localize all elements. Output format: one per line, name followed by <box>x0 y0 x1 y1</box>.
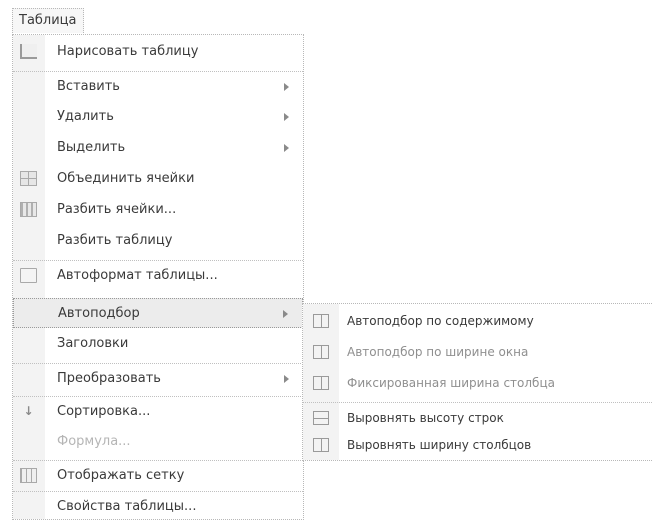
fixed-width-icon <box>313 376 329 390</box>
pencil-icon <box>20 44 37 59</box>
menu-item-label: Свойства таблицы... <box>57 499 197 514</box>
submenu-arrow-icon <box>284 83 289 91</box>
menu-item-label: Автоподбор <box>58 306 140 321</box>
submenu-item-fixed-width[interactable]: Фиксированная ширина столбца <box>303 368 653 398</box>
menu-item-label: Автоформат таблицы... <box>57 268 218 283</box>
menu-item-formula[interactable]: Формула... <box>13 427 303 457</box>
menu-item-label: Сортировка... <box>57 404 151 419</box>
menu-item-convert[interactable]: Преобразовать <box>13 363 303 394</box>
menu-item-draw-table[interactable]: Нарисовать таблицу <box>13 37 303 67</box>
menu-item-label: Заголовки <box>57 336 129 351</box>
show-grid-icon <box>20 468 37 483</box>
menu-item-label: Разбить ячейки... <box>57 202 177 217</box>
menu-item-label: Формула... <box>57 434 131 449</box>
distribute-rows-icon <box>313 411 329 425</box>
submenu-item-label: Выровнять ширину столбцов <box>347 438 532 452</box>
menu-item-headers[interactable]: Заголовки <box>13 329 303 359</box>
menu-item-show-grid[interactable]: Отображать сетку <box>13 460 303 491</box>
merge-cells-icon <box>20 171 37 186</box>
submenu-arrow-icon <box>284 144 289 152</box>
menu-item-label: Отображать сетку <box>57 468 185 483</box>
autoformat-icon <box>20 268 37 283</box>
menu-item-label: Нарисовать таблицу <box>57 44 199 59</box>
submenu-item-autofit-contents[interactable]: Автоподбор по содержимому <box>303 306 653 336</box>
submenu-arrow-icon <box>284 375 289 383</box>
sort-icon: ↓ <box>23 404 34 418</box>
menu-item-split-table[interactable]: Разбить таблицу <box>13 226 303 256</box>
menu-item-delete[interactable]: Удалить <box>13 102 303 132</box>
table-dropdown-menu: Нарисовать таблицу Вставить Удалить Выде… <box>12 34 304 520</box>
submenu-item-distribute-rows[interactable]: Выровнять высоту строк <box>303 402 653 433</box>
submenu-item-distribute-columns[interactable]: Выровнять ширину столбцов <box>303 430 653 460</box>
autofit-submenu: Автоподбор по содержимому Автоподбор по … <box>302 303 653 461</box>
menu-item-sort[interactable]: ↓ Сортировка... <box>13 396 303 427</box>
submenu-item-label: Автоподбор по содержимому <box>347 314 534 328</box>
menu-item-autoformat[interactable]: Автоформат таблицы... <box>13 260 303 291</box>
menu-item-label: Удалить <box>57 109 114 124</box>
menu-item-select[interactable]: Выделить <box>13 133 303 163</box>
submenu-item-label: Фиксированная ширина столбца <box>347 376 555 390</box>
menu-item-label: Разбить таблицу <box>57 233 173 248</box>
autofit-window-icon <box>313 345 329 359</box>
menu-item-label: Преобразовать <box>57 371 161 386</box>
menu-item-insert[interactable]: Вставить <box>13 71 303 102</box>
split-cells-icon <box>20 202 37 217</box>
submenu-item-label: Выровнять высоту строк <box>347 411 504 425</box>
menu-item-table-properties[interactable]: Свойства таблицы... <box>13 491 303 522</box>
menu-item-label: Объединить ячейки <box>57 171 195 186</box>
distribute-columns-icon <box>313 438 329 452</box>
submenu-item-label: Автоподбор по ширине окна <box>347 345 529 359</box>
submenu-arrow-icon <box>283 310 288 318</box>
menu-item-split-cells[interactable]: Разбить ячейки... <box>13 195 303 225</box>
menu-bar: Таблица <box>0 0 653 34</box>
menu-item-label: Выделить <box>57 140 126 155</box>
submenu-arrow-icon <box>284 113 289 121</box>
autofit-content-icon <box>313 314 329 328</box>
menu-item-label: Вставить <box>57 79 120 94</box>
submenu-item-autofit-window[interactable]: Автоподбор по ширине окна <box>303 337 653 367</box>
menu-item-merge-cells[interactable]: Объединить ячейки <box>13 164 303 194</box>
menu-item-autofit[interactable]: Автоподбор <box>13 298 303 328</box>
menu-table[interactable]: Таблица <box>12 8 84 33</box>
